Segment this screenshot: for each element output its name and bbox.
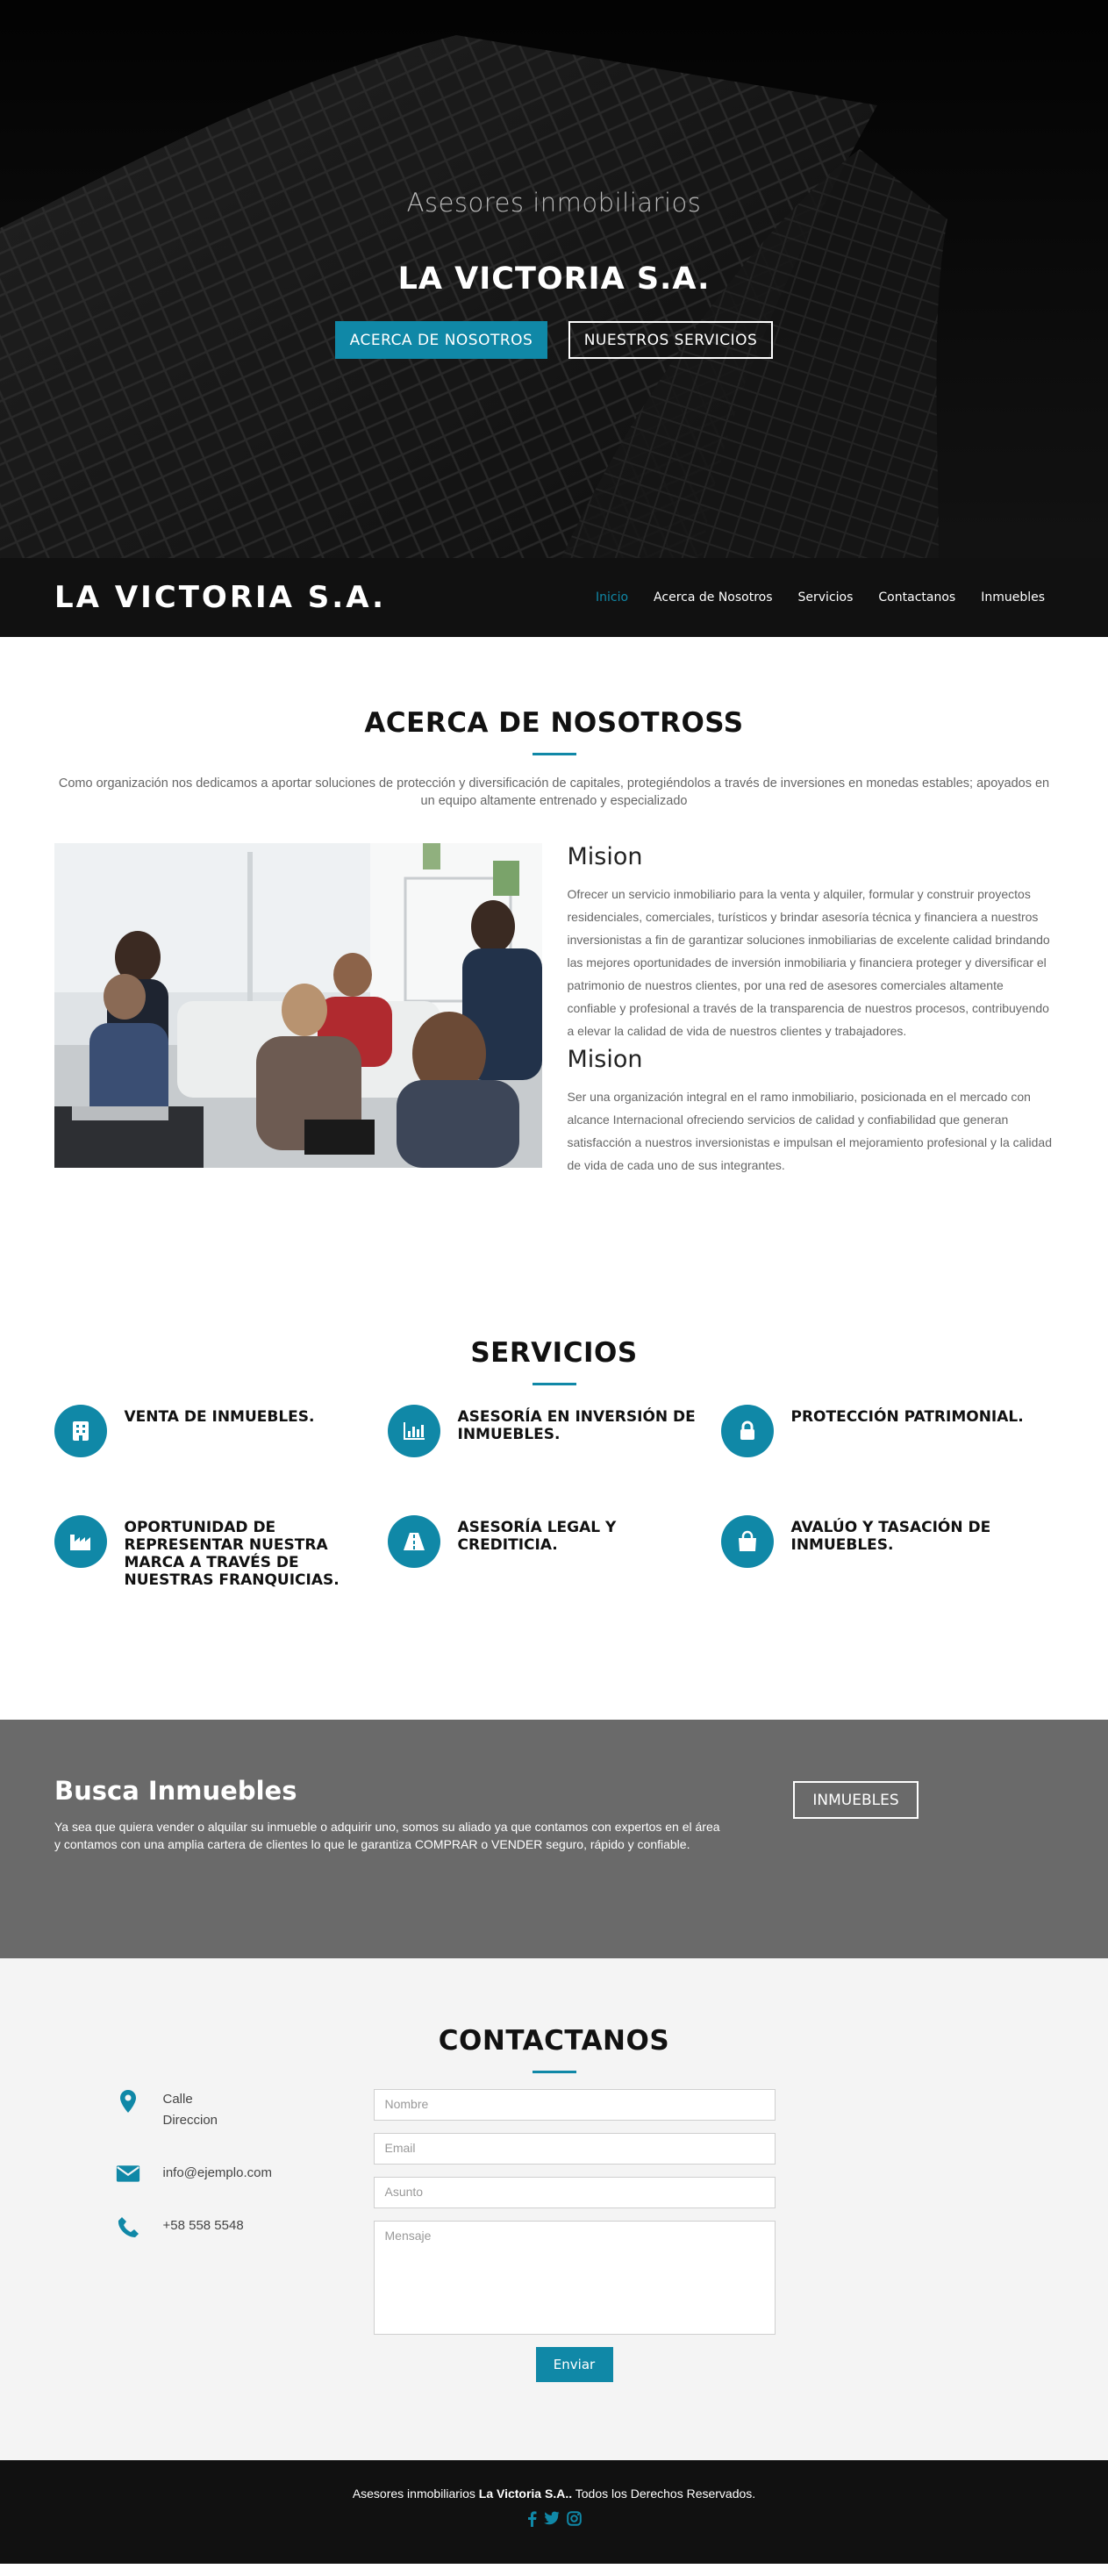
nav-links: Inicio Acerca de Nosotros Servicios Cont… <box>596 590 1045 605</box>
about-section: ACERCA DE NOSOTROSS Como organización no… <box>0 637 1108 1304</box>
lock-icon <box>720 1405 774 1457</box>
services-section: SERVICIOS VENTA DE INMUEBLES. ASESORÍA E… <box>0 1304 1108 1720</box>
title-underline <box>532 1383 576 1385</box>
footer-copyright: Asesores inmobiliarios La Victoria S.A..… <box>0 2487 1108 2501</box>
nav-link-inicio[interactable]: Inicio <box>596 590 628 605</box>
service-label: ASESORÍA LEGAL Y CREDITICIA. <box>457 1519 617 1554</box>
facebook-icon[interactable] <box>526 2511 537 2527</box>
instagram-icon[interactable] <box>567 2511 582 2526</box>
contact-content: Calle Direccion info@ejemplo.com +58 558… <box>116 2089 993 2382</box>
nav-link-services[interactable]: Servicios <box>798 590 854 605</box>
services-grid: VENTA DE INMUEBLES. ASESORÍA EN INVERSIÓ… <box>54 1405 1054 1589</box>
contact-title: CONTACTANOS <box>438 2025 670 2057</box>
nav-link-contact[interactable]: Contactanos <box>878 590 955 605</box>
phone-icon <box>116 2215 140 2238</box>
team-meeting-photo <box>54 843 542 1168</box>
title-underline <box>532 2071 576 2073</box>
send-button[interactable]: Enviar <box>535 2347 613 2382</box>
phone-item: +58 558 5548 <box>116 2215 374 2238</box>
road-icon <box>387 1515 440 1568</box>
footer-suffix: Todos los Derechos Reservados. <box>575 2487 756 2501</box>
property-search-title: Busca Inmuebles <box>54 1776 297 1806</box>
service-item: PROTECCIÓN PATRIMONIAL. <box>720 1405 1054 1457</box>
about-title: ACERCA DE NOSOTROSS <box>364 707 744 739</box>
email-input[interactable]: Email <box>373 2133 776 2165</box>
footer-prefix: Asesores inmobiliarios <box>352 2487 475 2501</box>
hero-buttons: ACERCA DE NOSOTROS NUESTROS SERVICIOS <box>0 321 1108 359</box>
vision-title: Mision <box>567 1046 643 1073</box>
hero-banner: Asesores inmobiliarios LA VICTORIA S.A. … <box>0 0 1108 558</box>
footer-brand: La Victoria S.A.. <box>478 2487 573 2501</box>
service-label: VENTA DE INMUEBLES. <box>124 1408 315 1426</box>
service-label: AVALÚO Y TASACIÓN DE INMUEBLES. <box>790 1519 991 1554</box>
properties-button[interactable]: INMUEBLES <box>793 1781 919 1819</box>
about-content: Mision Ofrecer un servicio inmobiliario … <box>54 843 1054 1177</box>
nav-link-about[interactable]: Acerca de Nosotros <box>654 590 772 605</box>
property-search-description: Ya sea que quiera vender o alquilar su i… <box>54 1820 720 1851</box>
contact-form: Nombre Email Asunto Mensaje Enviar <box>373 2089 776 2382</box>
bar-chart-icon <box>387 1405 440 1457</box>
factory-icon <box>54 1515 107 1568</box>
address-item: Calle Direccion <box>116 2089 374 2131</box>
email-item: info@ejemplo.com <box>116 2163 374 2184</box>
social-links <box>0 2511 1108 2527</box>
brand-logo[interactable]: LA VICTORIA S.A. <box>54 580 386 615</box>
service-item: OPORTUNIDAD DE REPRESENTAR NUESTRA MARCA… <box>54 1515 388 1589</box>
mission-text: Ofrecer un servicio inmobiliario para la… <box>567 887 1050 1038</box>
mission-block: Mision Ofrecer un servicio inmobiliario … <box>568 843 1054 1177</box>
property-search-text: Busca Inmuebles Ya sea que quiera vender… <box>54 1776 726 1853</box>
shopping-bag-icon <box>720 1515 774 1568</box>
hero-subtitle: Asesores inmobiliarios <box>406 188 702 218</box>
message-textarea[interactable]: Mensaje <box>373 2221 776 2335</box>
subject-input[interactable]: Asunto <box>373 2177 776 2208</box>
nav-link-properties[interactable]: Inmuebles <box>981 590 1045 605</box>
main-navbar: LA VICTORIA S.A. Inicio Acerca de Nosotr… <box>0 558 1108 637</box>
phone-text[interactable]: +58 558 5548 <box>163 2215 244 2238</box>
service-label: ASESORÍA EN INVERSIÓN DE INMUEBLES. <box>457 1408 696 1443</box>
address-line-2: Direccion <box>162 2113 218 2128</box>
map-marker-icon <box>116 2089 140 2131</box>
twitter-icon[interactable] <box>544 2511 560 2525</box>
name-input[interactable]: Nombre <box>373 2089 776 2121</box>
service-item: VENTA DE INMUEBLES. <box>54 1405 388 1457</box>
services-title: SERVICIOS <box>470 1337 638 1369</box>
address-line-1: Calle <box>162 2092 193 2107</box>
title-underline <box>532 753 576 755</box>
address-text: Calle Direccion <box>163 2089 218 2131</box>
service-item: ASESORÍA EN INVERSIÓN DE INMUEBLES. <box>387 1405 721 1457</box>
contact-section: CONTACTANOS Calle Direccion info@ejemplo… <box>0 1958 1108 2460</box>
footer: Asesores inmobiliarios La Victoria S.A..… <box>0 2460 1108 2564</box>
about-intro: Como organización nos dedicamos a aporta… <box>58 776 1050 808</box>
email-text[interactable]: info@ejemplo.com <box>163 2163 272 2184</box>
contact-info: Calle Direccion info@ejemplo.com +58 558… <box>116 2089 374 2382</box>
service-item: AVALÚO Y TASACIÓN DE INMUEBLES. <box>720 1515 1054 1589</box>
envelope-icon <box>116 2163 140 2184</box>
building-icon <box>54 1405 107 1457</box>
service-item: ASESORÍA LEGAL Y CREDITICIA. <box>387 1515 721 1589</box>
about-us-button[interactable]: ACERCA DE NOSOTROS <box>335 321 547 359</box>
service-label: OPORTUNIDAD DE REPRESENTAR NUESTRA MARCA… <box>124 1519 340 1589</box>
hero-title: LA VICTORIA S.A. <box>397 261 711 297</box>
service-label: PROTECCIÓN PATRIMONIAL. <box>790 1408 1024 1426</box>
our-services-button[interactable]: NUESTROS SERVICIOS <box>568 321 773 359</box>
property-search-banner: Busca Inmuebles Ya sea que quiera vender… <box>0 1720 1108 1958</box>
vision-text: Ser una organización integral en el ramo… <box>567 1090 1053 1172</box>
mission-title: Mision <box>567 843 643 870</box>
